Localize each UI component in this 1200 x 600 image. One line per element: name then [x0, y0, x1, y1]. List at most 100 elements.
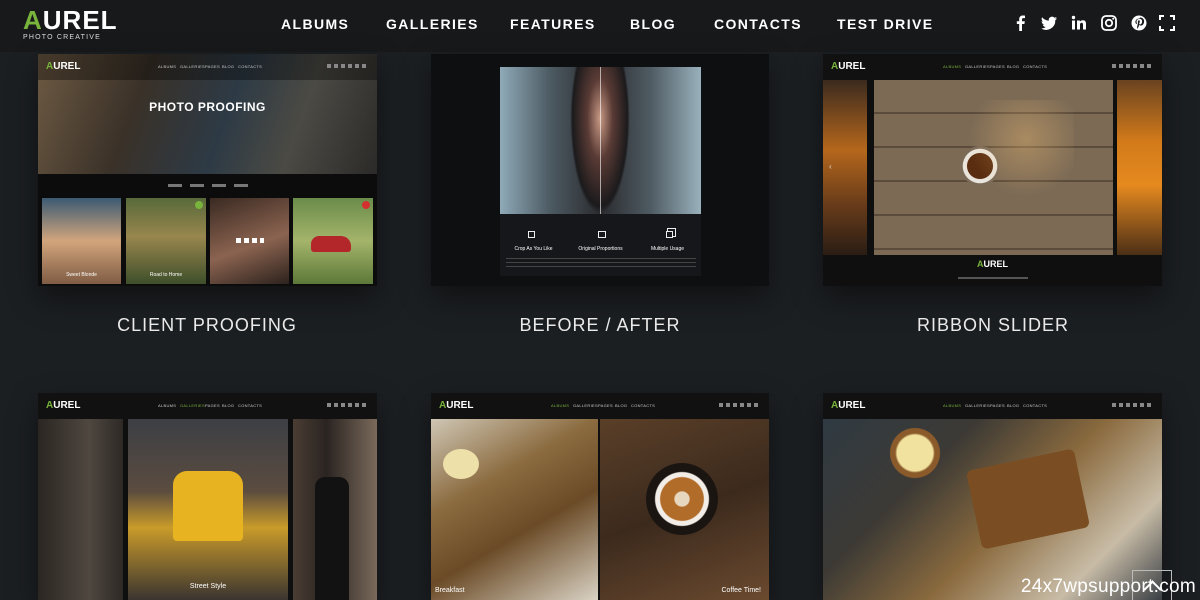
card-caption[interactable]: RIBBON SLIDER	[823, 315, 1163, 336]
slide-image[interactable]: Street Style	[128, 419, 288, 600]
thumb-image[interactable]	[210, 198, 289, 284]
demo-card-split-gallery[interactable]: AUREL ALBUMS GALLERIES PAGES BLOG CONTAC…	[431, 393, 769, 600]
mini-nav-item: PAGES	[205, 64, 220, 69]
mini-header: AUREL ALBUMS GALLERIES PAGES BLOG CONTAC…	[823, 393, 1162, 419]
nav-test-drive[interactable]: TEST DRIVE	[837, 16, 933, 32]
slide-image[interactable]	[38, 419, 123, 600]
feature-label: Multiple Usage	[650, 246, 685, 252]
feature-row: Crop As You Like Original Proportions Mu…	[500, 214, 701, 276]
nav-blog[interactable]: BLOG	[630, 16, 676, 32]
mini-header: AUREL ALBUMS GALLERIES PAGES BLOG CONTAC…	[823, 54, 1162, 80]
mini-header: AUREL ALBUMS GALLERIES PAGES BLOG CONTAC…	[431, 393, 769, 419]
mini-nav-item: PAGES	[990, 403, 1005, 408]
feature-label: Crop As You Like	[514, 246, 553, 252]
mini-nav-item: GALLERIES	[573, 403, 598, 408]
yellow-shirt	[173, 471, 243, 541]
mini-nav-item: BLOG	[222, 403, 235, 408]
feature-text	[506, 258, 696, 268]
slide-image[interactable]	[823, 419, 1162, 600]
demo-card-street-style[interactable]: AUREL ALBUMS GALLERIES PAGES BLOG CONTAC…	[38, 393, 377, 600]
approved-icon	[195, 201, 203, 209]
thumb-label: Sweet Blonde	[66, 272, 97, 278]
feature-label: Original Proportions	[578, 246, 623, 252]
mini-social-icons	[719, 403, 759, 407]
slide-image[interactable]	[1117, 80, 1162, 255]
demo-card-before-after[interactable]: Crop As You Like Original Proportions Mu…	[431, 54, 769, 286]
slide-label: Street Style	[189, 583, 227, 590]
mini-nav-item: PAGES	[598, 403, 613, 408]
before-after-image[interactable]	[500, 67, 701, 214]
mini-logo: AUREL	[46, 61, 81, 72]
slide-image[interactable]	[293, 419, 377, 600]
mini-logo: AUREL	[46, 400, 81, 411]
mini-nav-item: BLOG	[615, 403, 628, 408]
demo-card-client-proofing[interactable]: AUREL ALBUMS GALLERIES PAGES BLOG CONTAC…	[38, 54, 377, 286]
comparison-divider[interactable]	[600, 67, 601, 214]
mini-logo: AUREL	[831, 400, 866, 411]
butter-bowl	[885, 427, 945, 479]
chevron-left-icon[interactable]: ‹	[829, 162, 832, 171]
filter-bar	[38, 181, 377, 191]
thumb-label: Road to Home	[149, 272, 183, 278]
mini-nav-item: GALLERIES	[965, 64, 990, 69]
mini-nav-item: GALLERIES	[965, 403, 990, 408]
mini-nav-item: GALLERIES	[180, 64, 205, 69]
mini-social-icons	[327, 403, 367, 407]
thumb-image[interactable]	[293, 198, 373, 284]
image-icon	[598, 231, 606, 238]
nav-albums[interactable]: ALBUMS	[281, 16, 349, 32]
demo-card-ribbon-slider[interactable]: AUREL ALBUMS GALLERIES PAGES BLOG CONTAC…	[823, 54, 1162, 286]
slide-label: Coffee Time!	[721, 587, 761, 594]
thumb-image[interactable]: Sweet Blonde	[42, 198, 121, 284]
thumb-image[interactable]: Road to Home	[126, 198, 206, 284]
nav-contacts[interactable]: CONTACTS	[714, 16, 802, 32]
mini-nav-item: ALBUMS	[158, 64, 177, 69]
card-caption[interactable]: CLIENT PROOFING	[37, 315, 377, 336]
slide-label: Breakfast	[435, 587, 465, 594]
car-shape	[311, 236, 351, 252]
rejected-icon	[362, 201, 370, 209]
mini-nav-item: BLOG	[222, 64, 235, 69]
crop-icon	[528, 231, 535, 238]
mini-social-icons	[327, 64, 367, 68]
instagram-icon[interactable]	[1100, 14, 1118, 32]
mini-social-icons	[1112, 64, 1152, 68]
slide-image[interactable]	[874, 80, 1113, 255]
hero-title: PHOTO PROOFING	[149, 100, 266, 114]
demo-card-fullwidth[interactable]: AUREL ALBUMS GALLERIES PAGES BLOG CONTAC…	[823, 393, 1162, 600]
mini-nav-item: ALBUMS	[943, 403, 962, 408]
footer-text	[958, 277, 1028, 279]
butter-bowl	[443, 449, 479, 479]
mini-nav-item: ALBUMS	[158, 403, 177, 408]
fullscreen-icon[interactable]	[1158, 14, 1176, 32]
thumb-action-icons[interactable]	[236, 238, 264, 243]
slide-image[interactable]: Coffee Time!	[600, 419, 769, 600]
footer-logo: AUREL	[977, 259, 1008, 269]
suit-figure	[315, 477, 349, 600]
mini-header: AUREL ALBUMS GALLERIES PAGES BLOG CONTAC…	[38, 393, 377, 419]
slide-image[interactable]: Breakfast	[431, 419, 598, 600]
site-header: AUREL PHOTO CREATIVE ALBUMS GALLERIES FE…	[0, 0, 1200, 52]
mini-logo: AUREL	[439, 400, 474, 411]
nav-galleries[interactable]: GALLERIES	[386, 16, 479, 32]
mini-nav-item: PAGES	[205, 403, 220, 408]
mini-nav-item: BLOG	[1007, 64, 1020, 69]
coffee-cup	[646, 463, 718, 535]
mini-nav-item: CONTACTS	[1023, 403, 1048, 408]
mini-nav-item: PAGES	[990, 64, 1005, 69]
copy-icon	[666, 231, 673, 238]
card-caption[interactable]: BEFORE / AFTER	[430, 315, 770, 336]
nav-features[interactable]: FEATURES	[510, 16, 596, 32]
mini-nav-item: CONTACTS	[238, 403, 263, 408]
facebook-icon[interactable]	[1012, 14, 1030, 32]
mini-social-icons	[1112, 403, 1152, 407]
mini-nav-item: GALLERIES	[180, 403, 205, 408]
twitter-icon[interactable]	[1040, 14, 1058, 32]
linkedin-icon[interactable]	[1070, 14, 1088, 32]
bread-loaf	[965, 448, 1091, 550]
mini-logo: AUREL	[831, 61, 866, 72]
mini-header: AUREL ALBUMS GALLERIES PAGES BLOG CONTAC…	[38, 54, 377, 80]
mini-nav-item: ALBUMS	[943, 64, 962, 69]
pinterest-icon[interactable]	[1130, 14, 1148, 32]
mini-nav-item: CONTACTS	[1023, 64, 1048, 69]
